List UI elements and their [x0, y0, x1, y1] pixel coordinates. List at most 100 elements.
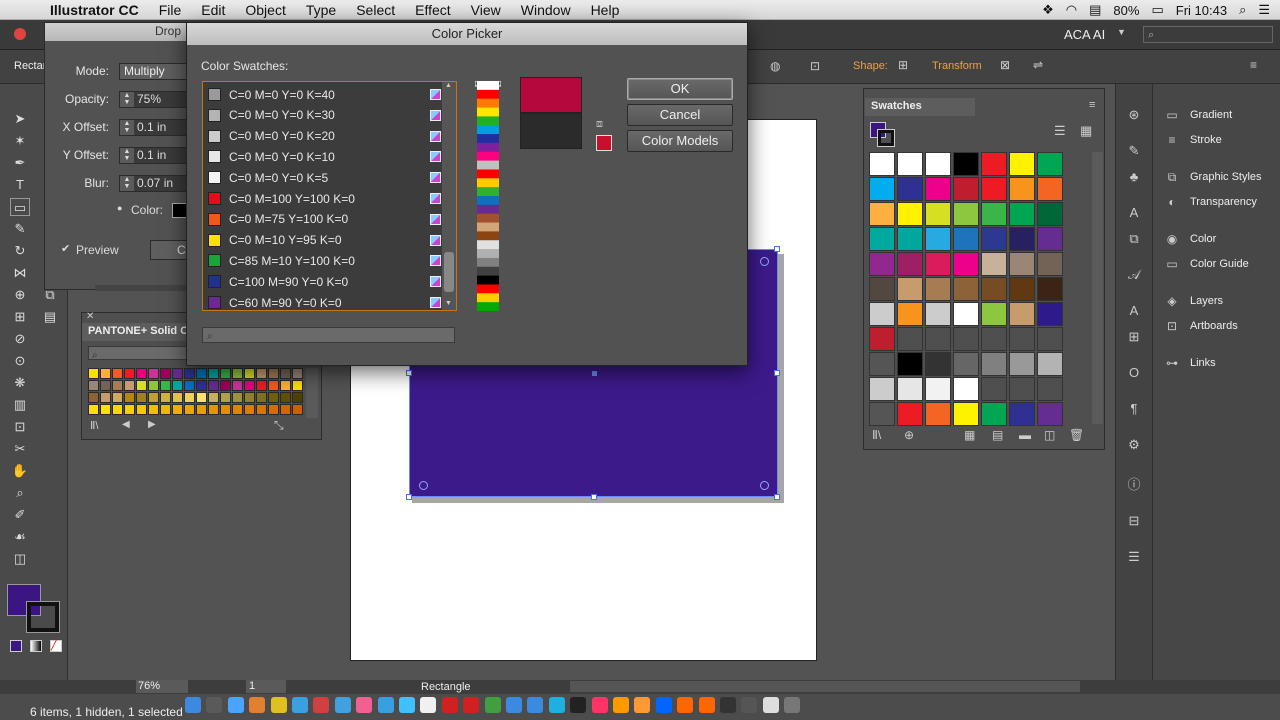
hand-tool-icon[interactable]: ✋	[10, 462, 30, 480]
selection-tool-icon[interactable]: ➤	[10, 110, 30, 128]
swatch-cell[interactable]	[1009, 327, 1035, 351]
swatch-cell[interactable]	[925, 152, 951, 176]
zoom-tool-icon[interactable]: ⌕	[10, 484, 30, 502]
swatch-cell[interactable]	[869, 352, 895, 376]
zoom-field[interactable]: 76%	[136, 680, 188, 693]
pantone-swatch[interactable]	[280, 368, 291, 379]
dock-app-icon[interactable]	[377, 697, 394, 713]
pantone-swatch[interactable]	[268, 368, 279, 379]
pantone-swatch[interactable]	[256, 380, 267, 391]
pantone-swatch[interactable]	[100, 368, 111, 379]
align-objects-icon[interactable]: ☰	[1125, 548, 1143, 566]
swatch-cell[interactable]	[869, 277, 895, 301]
new-swatch-icon[interactable]: ◫	[1044, 428, 1055, 442]
swatch-cell[interactable]	[897, 402, 923, 426]
type-tool-icon[interactable]: T	[10, 176, 30, 194]
out-of-gamut-swatch[interactable]	[596, 135, 612, 151]
character-styles-icon[interactable]: 𝒜	[1125, 266, 1143, 284]
spectrum-band[interactable]	[477, 204, 499, 215]
swatch-cell[interactable]	[897, 302, 923, 326]
shape-builder-icon[interactable]: ⊕	[10, 286, 30, 304]
swatch-cell[interactable]	[869, 152, 895, 176]
swatch-row[interactable]: C=85 M=10 Y=100 K=0	[205, 250, 441, 271]
pantone-swatch[interactable]	[136, 368, 147, 379]
swatch-cell[interactable]	[925, 377, 951, 401]
corner-widget[interactable]	[760, 257, 769, 266]
pantone-swatch[interactable]	[220, 380, 231, 391]
stepper-icon[interactable]: ▲ ▼	[120, 148, 134, 163]
artboard-field[interactable]: 1	[246, 680, 286, 693]
panel-graphic-styles[interactable]: ⧉ Graphic Styles	[1153, 166, 1280, 188]
swatch-cell[interactable]	[1037, 402, 1063, 426]
spectrum-band[interactable]	[477, 151, 499, 162]
dock-app-icon[interactable]	[270, 697, 287, 713]
swatch-cell[interactable]	[981, 352, 1007, 376]
pantone-swatch[interactable]	[244, 380, 255, 391]
ok-button[interactable]: OK	[627, 78, 733, 100]
spectrum-band[interactable]	[477, 231, 499, 241]
swatch-cell[interactable]	[897, 277, 923, 301]
dock-app-icon[interactable]	[527, 697, 544, 713]
swatch-cell[interactable]	[1037, 352, 1063, 376]
pantone-swatch[interactable]	[124, 380, 135, 391]
pantone-swatch[interactable]	[232, 392, 243, 403]
swatch-cell[interactable]	[869, 377, 895, 401]
dock-app-icon[interactable]	[762, 697, 779, 713]
dock-app-icon[interactable]	[698, 697, 715, 713]
prev-icon[interactable]: ◀	[122, 419, 130, 430]
swatch-cell[interactable]	[981, 377, 1007, 401]
pantone-swatch[interactable]	[160, 380, 171, 391]
flag-icon[interactable]: ▤	[1089, 2, 1101, 18]
pantone-swatch[interactable]	[256, 404, 267, 415]
dock-app-icon[interactable]	[227, 697, 244, 713]
swatch-cell[interactable]	[1009, 152, 1035, 176]
color-group-icon[interactable]: ▦	[964, 428, 975, 442]
pantone-swatch[interactable]	[124, 404, 135, 415]
swatch-row[interactable]: C=100 M=90 Y=0 K=0	[205, 271, 441, 292]
swatch-cell[interactable]	[953, 327, 979, 351]
spectrum-band[interactable]	[477, 160, 499, 170]
spectrum-band[interactable]	[477, 98, 499, 109]
scroll-down-icon[interactable]: ▼	[445, 300, 452, 307]
swatch-cell[interactable]	[981, 302, 1007, 326]
swatch-cell[interactable]	[869, 202, 895, 226]
scroll-up-icon[interactable]: ▲	[445, 82, 452, 89]
pantone-swatch[interactable]	[280, 392, 291, 403]
pantone-swatch[interactable]	[136, 392, 147, 403]
pantone-swatch[interactable]	[244, 368, 255, 379]
swatch-cell[interactable]	[953, 277, 979, 301]
dock-app-icon[interactable]	[206, 697, 223, 713]
pantone-swatch[interactable]	[292, 368, 303, 379]
dock-app-icon[interactable]	[313, 697, 330, 713]
battery-icon[interactable]: ▭	[1151, 2, 1163, 18]
swatch-row[interactable]: C=0 M=100 Y=100 K=0	[205, 188, 441, 209]
color-spectrum-slider[interactable]	[475, 81, 501, 311]
swatch-cell[interactable]	[869, 402, 895, 426]
pantone-swatch[interactable]	[196, 368, 207, 379]
corner-widget[interactable]	[419, 481, 428, 490]
menu-file[interactable]: File	[149, 2, 192, 18]
xoffset-field[interactable]: ▲ ▼ 0.1 in	[119, 119, 195, 136]
grid-view-icon[interactable]: ▦	[1080, 123, 1092, 139]
dock-app-icon[interactable]	[484, 697, 501, 713]
width-tool-icon[interactable]: ⋈	[10, 264, 30, 282]
pantone-swatch[interactable]	[244, 392, 255, 403]
swatch-cell[interactable]	[1037, 377, 1063, 401]
pantone-swatch[interactable]	[196, 404, 207, 415]
pantone-swatch[interactable]	[88, 368, 99, 379]
cancel-button[interactable]: Cancel	[627, 104, 733, 126]
pantone-swatch[interactable]	[184, 368, 195, 379]
spectrum-band[interactable]	[477, 257, 499, 268]
pantone-swatch[interactable]	[172, 404, 183, 415]
info-icon[interactable]: ⓘ	[1125, 476, 1143, 494]
swatch-row[interactable]: C=60 M=90 Y=0 K=0	[205, 292, 441, 313]
panel-artboards[interactable]: ⊡ Artboards	[1153, 315, 1280, 337]
menu-edit[interactable]: Edit	[191, 2, 235, 18]
pantone-swatch[interactable]	[100, 380, 111, 391]
spectrum-band[interactable]	[477, 107, 499, 117]
panel-color[interactable]: ◉ Color	[1153, 228, 1280, 250]
pantone-swatch[interactable]	[208, 380, 219, 391]
swatch-cell[interactable]	[1037, 277, 1063, 301]
pantone-swatch[interactable]	[112, 380, 123, 391]
dock-app-icon[interactable]	[741, 697, 758, 713]
